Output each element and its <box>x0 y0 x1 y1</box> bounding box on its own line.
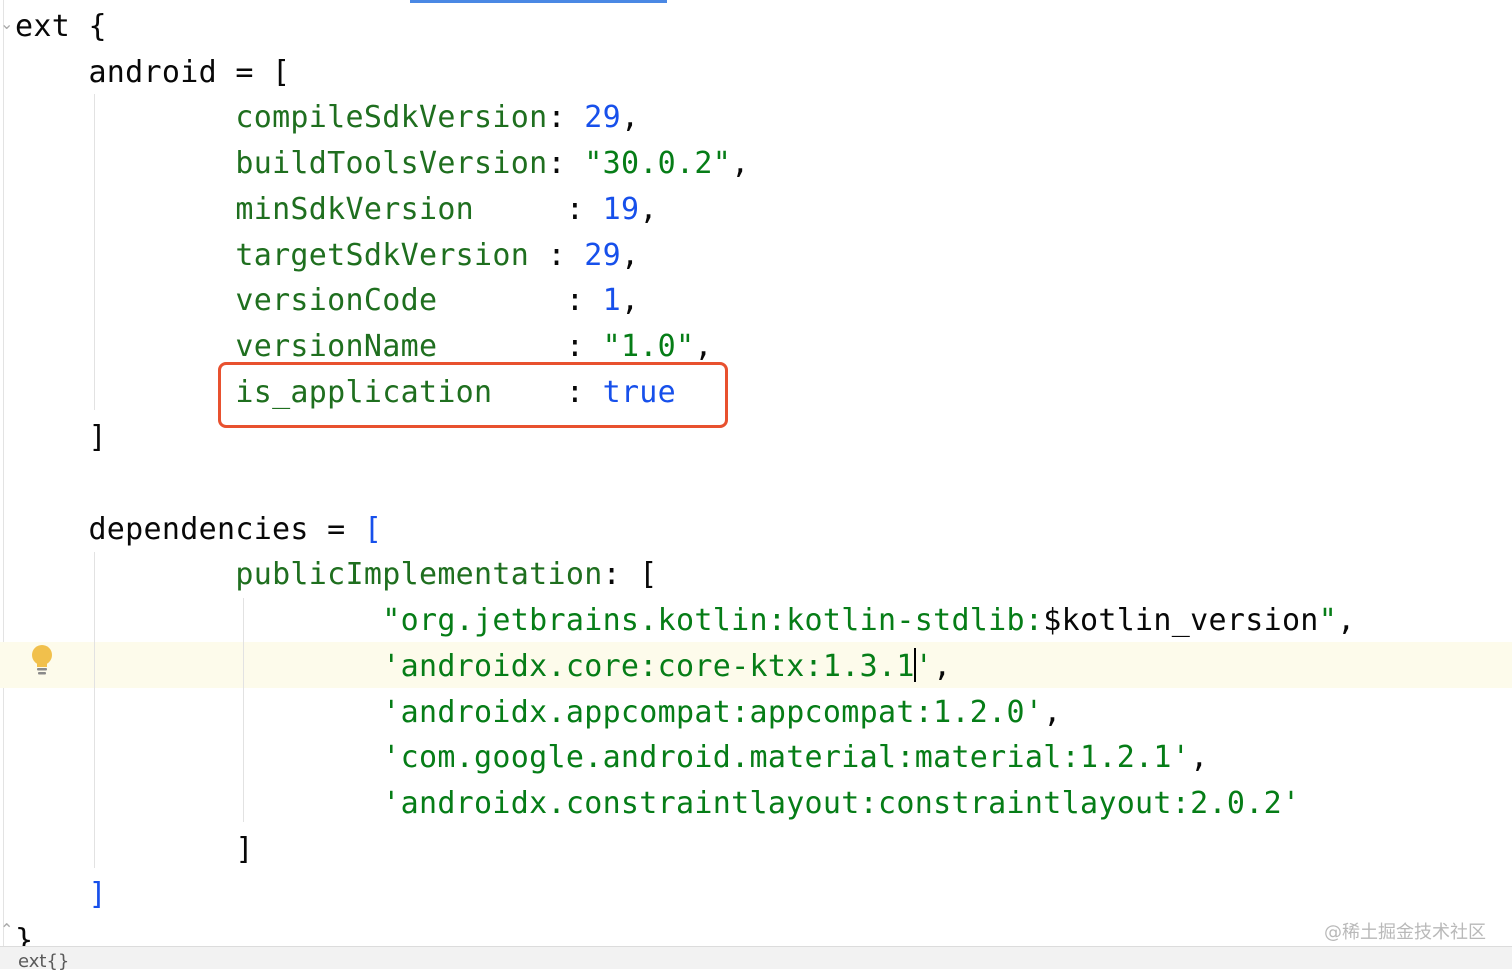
code-token: 'androidx.appcompat:appcompat:1.2.0' <box>382 694 1044 730</box>
code-token: versionName <box>235 328 438 364</box>
code-token: 'com.google.android.material:material:1.… <box>382 740 1191 776</box>
code-token: ' <box>914 648 934 684</box>
code-line[interactable]: ] <box>15 872 107 918</box>
code-token: minSdkVersion <box>235 191 475 227</box>
code-token: ] <box>88 877 107 913</box>
active-tab-indicator <box>410 0 667 3</box>
code-token: , <box>620 100 640 136</box>
code-line[interactable]: android = [ <box>15 50 290 96</box>
code-token: [ <box>363 511 383 547</box>
gutter-separator <box>3 0 4 946</box>
breadcrumb-bar: ext{} <box>0 946 1512 972</box>
code-token: : [ <box>602 557 658 593</box>
code-token: : <box>547 146 585 182</box>
code-token: , <box>694 328 713 364</box>
code-token: : <box>529 237 585 273</box>
code-token: 29 <box>584 237 621 273</box>
code-line[interactable]: 'com.google.android.material:material:1.… <box>15 735 1209 781</box>
code-line[interactable]: } <box>15 918 33 946</box>
code-token: buildToolsVersion <box>235 146 548 182</box>
code-token: "30.0.2" <box>584 146 732 182</box>
code-token: "1.0" <box>602 328 695 364</box>
code-line[interactable]: ] <box>15 415 107 461</box>
code-token: ] <box>15 420 107 456</box>
code-line[interactable]: minSdkVersion : 19, <box>15 187 658 233</box>
fold-marker-icon[interactable]: ⌄ <box>0 14 13 33</box>
breadcrumb[interactable]: ext{} <box>18 951 69 972</box>
code-token: : <box>437 283 603 319</box>
code-line[interactable]: 'androidx.appcompat:appcompat:1.2.0', <box>15 690 1062 736</box>
code-token: , <box>933 648 952 684</box>
code-token: publicImplementation <box>235 557 603 593</box>
code-token: , <box>1337 603 1356 639</box>
code-token: 29 <box>584 100 621 136</box>
fold-marker-icon[interactable]: ⌃ <box>0 920 13 939</box>
code-line[interactable]: "org.jetbrains.kotlin:kotlin-stdlib:$kot… <box>15 598 1355 644</box>
code-token: "org.jetbrains.kotlin:kotlin-stdlib: <box>382 603 1044 639</box>
code-token: versionCode <box>235 283 438 319</box>
code-token: " <box>1318 603 1338 639</box>
code-token: compileSdkVersion <box>235 100 548 136</box>
code-line[interactable]: 'androidx.constraintlayout:constraintlay… <box>15 781 1300 827</box>
code-token: 19 <box>602 191 640 227</box>
code-line[interactable]: ext { <box>15 4 107 50</box>
code-token: , <box>620 283 640 319</box>
code-line[interactable]: buildToolsVersion: "30.0.2", <box>15 141 750 187</box>
code-line[interactable]: publicImplementation: [ <box>15 552 658 598</box>
code-token: ext <box>15 9 89 44</box>
code-token: { <box>88 9 107 44</box>
watermark: @稀土掘金技术社区 <box>1324 922 1486 943</box>
code-token: , <box>620 237 640 273</box>
code-line[interactable]: dependencies = [ <box>15 507 382 553</box>
code-token: , <box>639 191 658 227</box>
code-token: $kotlin_version <box>1043 603 1319 639</box>
code-token: : <box>474 191 603 227</box>
code-token: , <box>1190 740 1209 776</box>
code-line[interactable]: compileSdkVersion: 29, <box>15 95 639 141</box>
lightbulb-icon[interactable] <box>31 645 53 677</box>
code-token: : <box>437 328 603 364</box>
code-line[interactable]: 'androidx.core:core-ktx:1.3.1', <box>15 644 951 690</box>
code-token: , <box>731 146 750 182</box>
is-application-highlight-box <box>218 362 728 428</box>
code-token: 1 <box>602 283 621 319</box>
code-editor[interactable]: ext { android = [ compileSdkVersion: 29,… <box>0 0 1512 946</box>
code-token: ] <box>15 831 254 867</box>
code-token: } <box>15 923 34 946</box>
code-token: targetSdkVersion <box>235 237 530 273</box>
code-line[interactable]: ] <box>15 827 254 873</box>
code-token: android = [ <box>15 54 291 90</box>
code-token: 'androidx.core:core-ktx:1.3.1 <box>382 648 915 684</box>
code-line[interactable]: versionCode : 1, <box>15 278 639 324</box>
code-token: 'androidx.constraintlayout:constraintlay… <box>382 785 1301 821</box>
code-token: , <box>1043 694 1062 730</box>
code-line[interactable]: targetSdkVersion : 29, <box>15 233 639 279</box>
code-token: : <box>547 100 585 136</box>
code-token: dependencies = <box>15 511 364 547</box>
